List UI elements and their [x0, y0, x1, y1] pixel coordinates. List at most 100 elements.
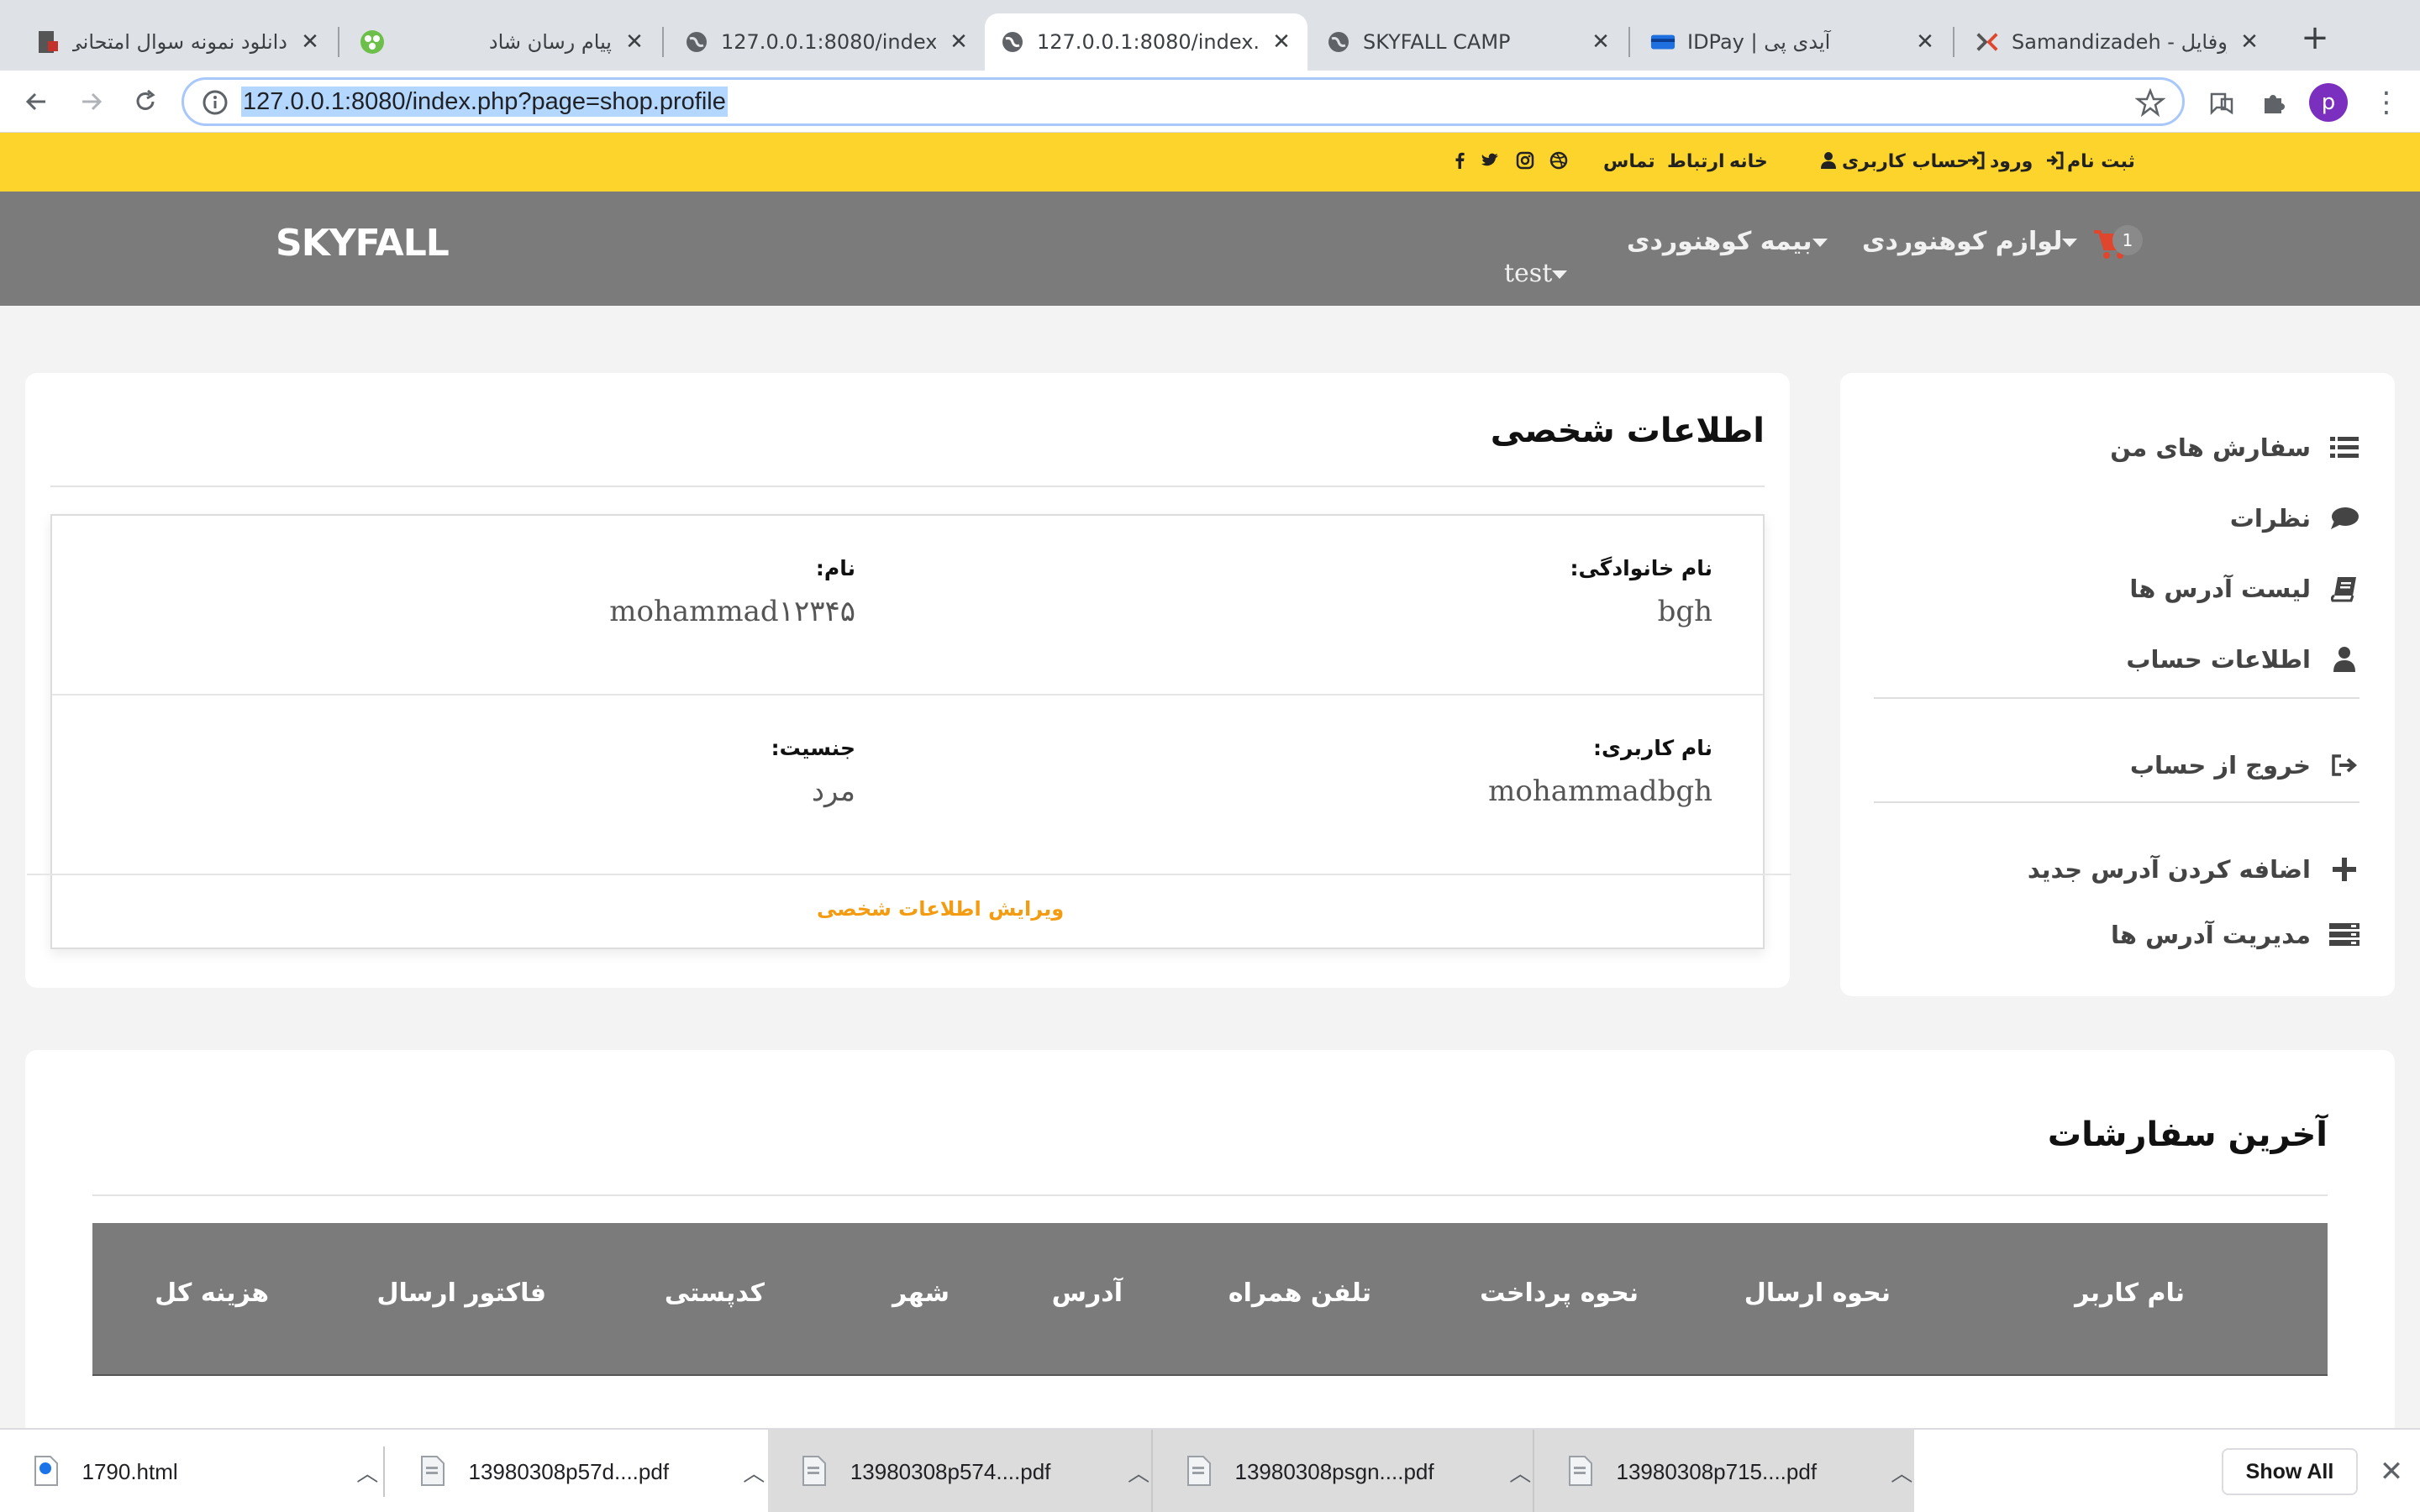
chevron-up-icon[interactable]: ︿	[1889, 1457, 1914, 1488]
sidebar-item-label: اطلاعات حساب	[2126, 645, 2311, 674]
plus-icon	[2328, 853, 2361, 886]
sidebar-item-comments[interactable]: نظرات	[2230, 497, 2361, 539]
sidebar-divider	[1874, 697, 2360, 699]
pdf-file-icon	[1568, 1455, 1596, 1488]
close-shelf-icon[interactable]: ✕	[2375, 1455, 2408, 1488]
chevron-up-icon[interactable]: ︿	[355, 1457, 380, 1488]
facebook-icon[interactable]	[1450, 151, 1470, 171]
shelf-divider	[383, 1446, 385, 1497]
sidebar-item-account-info[interactable]: اطلاعات حساب	[2126, 638, 2361, 680]
row-divider	[52, 694, 1763, 696]
browser-menu-icon[interactable]: ⋮	[2370, 86, 2403, 119]
tab-idpay[interactable]: IDPay | آیدی پی ✕	[1635, 13, 1951, 71]
register-link[interactable]: ثبت نام	[2067, 141, 2135, 183]
tab-skyfall-camp[interactable]: SKYFALL CAMP ✕	[1311, 13, 1627, 71]
sign-out-icon	[2328, 748, 2361, 782]
tab-title: SKYFALL CAMP	[1363, 30, 1511, 54]
column-header-total-cost: هزینه کل	[155, 1278, 269, 1308]
site-top-strip: ثبت نام ورود حساب کاربری خانه ارتباط تما…	[0, 133, 2420, 192]
url-text[interactable]: 127.0.0.1:8080/index.php?page=shop.profi…	[241, 87, 728, 117]
column-header-postal-code: کدپستی	[664, 1278, 765, 1308]
chevron-up-icon[interactable]: ︿	[1507, 1457, 1533, 1488]
sidebar-item-manage-addresses[interactable]: مدیریت آدرس ها	[2111, 914, 2361, 956]
sidebar-item-logout[interactable]: خروج از حساب	[2130, 744, 2361, 786]
close-tab-icon[interactable]: ✕	[1590, 29, 1612, 55]
reload-button[interactable]	[126, 82, 165, 121]
close-tab-icon[interactable]: ✕	[1270, 29, 1292, 55]
sidebar-item-label: سفارش های من	[2110, 433, 2311, 462]
new-tab-button[interactable]: +	[2294, 17, 2336, 59]
last-name-value: bgh	[1657, 595, 1712, 628]
personal-info-title: اطلاعات شخصی	[1490, 412, 1765, 450]
personal-info-box: نام خانوادگی: bgh نام: mohammad۱۲۳۴۵ نام…	[27, 514, 1791, 949]
column-header-shipping-method: نحوه ارسال	[1744, 1278, 1891, 1308]
chevron-up-icon[interactable]: ︿	[1126, 1457, 1151, 1488]
contact-link[interactable]: تماس	[1603, 141, 1655, 183]
column-header-username: نام کاربر	[2075, 1278, 2185, 1308]
tab-localhost-1[interactable]: 127.0.0.1:8080/index.php ✕	[669, 13, 985, 71]
forward-button[interactable]	[72, 82, 111, 121]
forward-arrow-icon	[82, 92, 103, 111]
column-header-city: شهر	[892, 1278, 950, 1308]
close-tab-icon[interactable]: ✕	[1914, 29, 1936, 55]
back-button[interactable]	[17, 82, 55, 121]
bookmark-star-icon[interactable]	[2134, 87, 2166, 118]
tab-samandizadeh[interactable]: Samandizadeh - پروفایل ✕	[1960, 13, 2275, 71]
about-link[interactable]: ارتباط	[1667, 141, 1725, 183]
download-item[interactable]: 13980308p574....pdf ︿	[768, 1430, 1151, 1512]
sidebar-item-address-list[interactable]: لیست آدرس ها	[2129, 568, 2361, 610]
home-link[interactable]: خانه	[1729, 141, 1768, 183]
nav-climbing-gear[interactable]: لوازم کوهنوردی	[1862, 227, 2087, 256]
sign-in-icon	[2045, 151, 2065, 171]
latest-orders-title: آخرین سفارشات	[2047, 1116, 2328, 1154]
twitter-icon[interactable]	[1481, 151, 1501, 171]
edit-personal-info-link[interactable]: ویرایش اطلاعات شخصی	[817, 897, 1064, 921]
extension-translate-icon[interactable]	[2205, 86, 2238, 119]
nav-insurance[interactable]: بیمه کوهنوردی	[1627, 227, 1838, 256]
address-bar[interactable]: 127.0.0.1:8080/index.php?page=shop.profi…	[182, 77, 2185, 126]
sidebar-item-label: اضافه کردن آدرس جدید	[2027, 855, 2311, 884]
tab-title: 127.0.0.1:8080/index.php	[721, 30, 936, 54]
close-tab-icon[interactable]: ✕	[2238, 29, 2260, 55]
tab-shad[interactable]: پیام رسان شاد ✕	[345, 13, 660, 71]
chevron-down-icon	[1812, 238, 1828, 247]
tab-title: Samandizadeh - پروفایل	[2012, 30, 2227, 54]
close-tab-icon[interactable]: ✕	[623, 29, 645, 55]
account-link[interactable]: حساب کاربری	[1842, 141, 1970, 183]
site-logo[interactable]: SKYFALL	[276, 222, 450, 265]
personal-info-panel: اطلاعات شخصی نام خانوادگی: bgh نام: moha…	[25, 373, 1791, 988]
chevron-up-icon[interactable]: ︿	[741, 1457, 766, 1488]
tab-localhost-active[interactable]: 127.0.0.1:8080/index.php ✕	[985, 13, 1307, 71]
pdf-file-icon	[420, 1455, 448, 1488]
first-name-value: mohammad۱۲۳۴۵	[609, 595, 855, 628]
download-item[interactable]: 13980308p715....pdf ︿	[1533, 1430, 1914, 1512]
account-sidebar: سفارش های من نظرات لیست آدرس ها اطلاعات …	[1840, 373, 2395, 996]
site-info-icon[interactable]	[201, 88, 229, 117]
instagram-icon[interactable]	[1516, 151, 1536, 171]
sidebar-divider	[1874, 801, 2360, 803]
tab-exam-download[interactable]: دانلود نمونه سوال امتحانی درس ✕	[20, 13, 336, 71]
sidebar-item-add-address[interactable]: اضافه کردن آدرس جدید	[2028, 848, 2361, 890]
browser-tab-strip: دانلود نمونه سوال امتحانی درس ✕ پیام رسا…	[0, 0, 2420, 71]
orders-table-header: نام کاربر نحوه ارسال نحوه پرداخت تلفن هم…	[92, 1223, 2328, 1376]
profile-avatar[interactable]: p	[2309, 83, 2348, 122]
download-item[interactable]: 13980308psgn....pdf ︿	[1151, 1430, 1533, 1512]
column-header-payment-method: نحوه پرداخت	[1480, 1278, 1639, 1308]
dribbble-icon[interactable]	[1549, 151, 1570, 171]
download-filename: 1790.html	[82, 1458, 178, 1484]
download-filename: 13980308p57d....pdf	[468, 1458, 670, 1484]
list-icon	[2328, 431, 2361, 465]
extensions-puzzle-icon[interactable]	[2257, 86, 2291, 119]
show-all-downloads-button[interactable]: Show All	[2222, 1448, 2358, 1495]
download-item[interactable]: 13980308p57d....pdf ︿	[387, 1430, 766, 1512]
column-header-shipping-invoice: فاکتور ارسال	[376, 1278, 546, 1308]
tab-separator	[338, 27, 339, 57]
tab-title: IDPay | آیدی پی	[1687, 30, 1831, 54]
close-tab-icon[interactable]: ✕	[299, 29, 321, 55]
close-tab-icon[interactable]: ✕	[948, 29, 970, 55]
login-link[interactable]: ورود	[1990, 141, 2033, 183]
download-item[interactable]: 1790.html ︿	[0, 1430, 380, 1512]
sidebar-item-my-orders[interactable]: سفارش های من	[2110, 427, 2361, 469]
nav-test[interactable]: test	[1504, 259, 1577, 288]
sidebar-item-label: نظرات	[2229, 504, 2311, 533]
